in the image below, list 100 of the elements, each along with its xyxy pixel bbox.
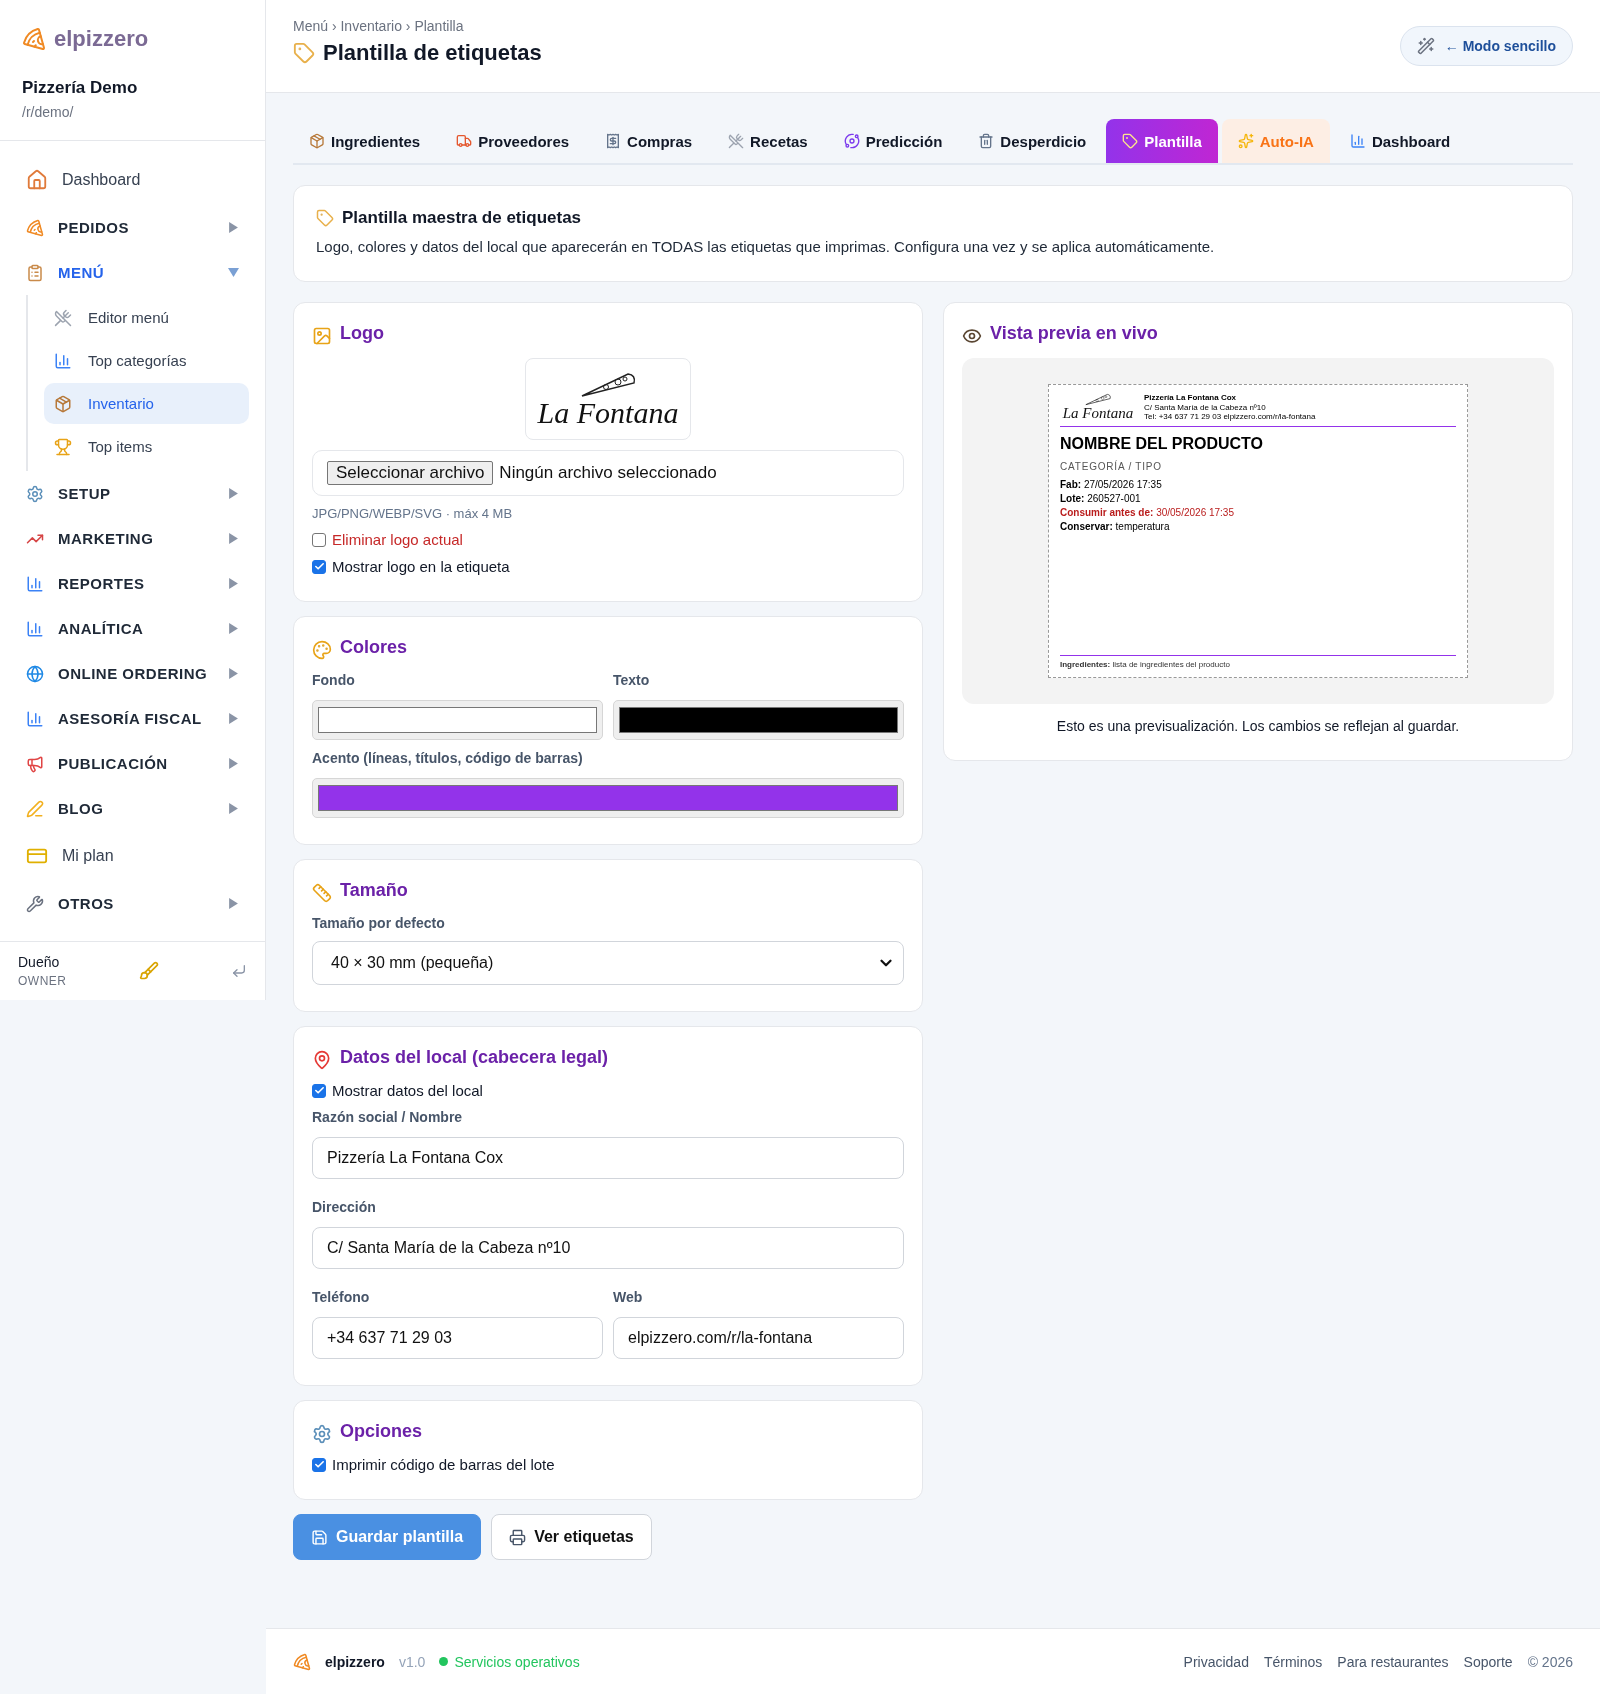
preview-note: Esto es una previsualización. Los cambios se reflejan al guardar.	[1055, 718, 1461, 734]
nav-icon	[54, 394, 72, 413]
label-line: Lote: 260527-001	[1060, 491, 1142, 506]
label-contact: Tel: +34 637 71 29 03 elpizzero.com/r/la-fontana	[1144, 412, 1316, 422]
color-field[interactable]	[312, 700, 603, 740]
nav-subitem[interactable]: Inventario	[44, 383, 249, 424]
tab[interactable]: Predicción	[827, 119, 959, 163]
tab[interactable]: Plantilla	[1106, 119, 1218, 163]
image-icon	[312, 325, 332, 346]
footer-link[interactable]: Soporte	[1463, 1653, 1513, 1670]
tag-icon	[316, 209, 334, 227]
field-label: Teléfono	[312, 1289, 371, 1305]
color-field[interactable]	[613, 700, 904, 740]
view-labels-button[interactable]: Ver etiquetas	[491, 1514, 652, 1560]
expand-caret-icon	[228, 898, 239, 909]
field-label: Acento (líneas, títulos, código de barras)	[312, 750, 584, 766]
pizza-slice-icon	[1084, 393, 1112, 406]
checkbox[interactable]	[312, 1457, 326, 1472]
copyright: © 2026	[1527, 1653, 1573, 1670]
expand-caret-icon	[228, 488, 239, 499]
nav-group[interactable]: OTROS	[16, 881, 249, 926]
nav-icon	[26, 754, 44, 773]
nav-icon	[54, 351, 72, 370]
nav-icon	[26, 218, 44, 237]
label-business-name: Pizzería La Fontana Cox	[1144, 393, 1238, 403]
expand-caret-icon	[228, 222, 239, 233]
nav-icon	[54, 308, 72, 327]
tag-icon	[293, 42, 315, 64]
logout-icon[interactable]	[231, 963, 247, 979]
nav-icon	[26, 263, 44, 282]
nav-subitem[interactable]: Top categorías	[44, 340, 249, 381]
simple-mode-button[interactable]: ← Modo sencillo	[1399, 26, 1573, 66]
text-field[interactable]: C/ Santa María de la Cabeza nº10	[312, 1227, 904, 1269]
text-field[interactable]: elpizzero.com/r/la-fontana	[613, 1317, 904, 1359]
expand-caret-icon	[228, 533, 239, 544]
checkbox[interactable]	[312, 1083, 326, 1098]
section-title: Opciones	[340, 1421, 423, 1442]
nav-group[interactable]: PEDIDOS	[16, 205, 249, 250]
tab[interactable]: Compras	[589, 119, 709, 163]
section-title: Vista previa en vivo	[990, 323, 1158, 344]
pizza-icon	[22, 27, 46, 51]
tab[interactable]: Dashboard	[1333, 119, 1467, 163]
tab[interactable]: Recetas	[712, 119, 824, 163]
nav-group[interactable]: MENÚ	[16, 250, 249, 295]
intro-title: Plantilla maestra de etiquetas	[342, 208, 582, 228]
user-role: OWNER	[18, 974, 67, 988]
file-input[interactable]: Seleccionar archivo Ningún archivo seleccionado	[312, 450, 904, 496]
nav-group[interactable]: ANALÍTICA	[16, 606, 249, 651]
nav-group[interactable]: ONLINE ORDERING	[16, 651, 249, 696]
checkbox-label: Mostrar logo en la etiqueta	[332, 558, 510, 575]
nav-link[interactable]: Dashboard	[16, 155, 249, 205]
checkbox-label: Eliminar logo actual	[332, 531, 463, 548]
nav-subitem[interactable]: Editor menú	[44, 297, 249, 338]
footer-brand: elpizzero	[325, 1653, 385, 1670]
expand-caret-icon	[228, 713, 239, 724]
nav-icon	[26, 619, 44, 638]
restaurant-name: Pizzería Demo	[22, 78, 139, 98]
pizza-icon	[293, 1652, 311, 1671]
nav-group[interactable]: MARKETING	[16, 516, 249, 561]
checkbox[interactable]	[312, 532, 326, 547]
footer-link[interactable]: Privacidad	[1183, 1653, 1249, 1670]
nav-group[interactable]: SETUP	[16, 471, 249, 516]
user-name: Dueño	[18, 954, 61, 970]
text-field[interactable]: +34 637 71 29 03	[312, 1317, 603, 1359]
settings-icon	[312, 1423, 332, 1444]
tab[interactable]: Proveedores	[440, 119, 586, 163]
intro-text: Logo, colores y datos del local que aparecerán en TODAS las etiquetas que imprimas. Configura una vez y se aplica automáticamente.	[316, 238, 1216, 255]
expand-caret-icon	[228, 758, 239, 769]
tab[interactable]: Ingredientes	[293, 119, 437, 163]
nav-group[interactable]: ASESORÍA FISCAL	[16, 696, 249, 741]
nav-subitem[interactable]: Top items	[44, 426, 249, 467]
field-label: Texto	[613, 672, 651, 688]
nav-group[interactable]: REPORTES	[16, 561, 249, 606]
footer-link[interactable]: Para restaurantes	[1337, 1653, 1449, 1670]
expand-caret-icon	[228, 623, 239, 634]
nav-icon	[26, 169, 48, 191]
label-line: Fab: 27/05/2026 17:35	[1060, 477, 1163, 492]
checkbox[interactable]	[312, 559, 326, 574]
field-label: Tamaño por defecto	[312, 915, 446, 931]
tab-icon	[1237, 133, 1254, 149]
size-select[interactable]: 40 × 30 mm (pequeña)	[312, 941, 904, 985]
choose-file-button[interactable]: Seleccionar archivo	[327, 461, 494, 485]
printer-icon	[509, 1528, 527, 1546]
tab[interactable]: Desperdicio	[962, 119, 1103, 163]
nav-group[interactable]: BLOG	[16, 786, 249, 831]
footer-link[interactable]: Términos	[1263, 1653, 1323, 1670]
page-title: Plantilla de etiquetas	[323, 40, 542, 66]
checkbox-label: Mostrar datos del local	[332, 1082, 483, 1099]
tab-icon	[728, 133, 745, 149]
label-product-name: NOMBRE DEL PRODUCTO	[1060, 434, 1264, 453]
collapse-caret-icon	[228, 267, 239, 278]
label-address: C/ Santa María de la Cabeza nº10	[1144, 402, 1267, 413]
section-title: Tamaño	[340, 880, 408, 901]
nav-group[interactable]: PUBLICACIÓN	[16, 741, 249, 786]
section-title: Colores	[340, 637, 408, 658]
nav-link[interactable]: Mi plan	[16, 831, 249, 881]
nav-icon	[26, 574, 44, 593]
text-field[interactable]: Pizzería La Fontana Cox	[312, 1137, 904, 1179]
color-field[interactable]	[312, 778, 904, 818]
status-indicator: Servicios operativos	[439, 1653, 580, 1670]
